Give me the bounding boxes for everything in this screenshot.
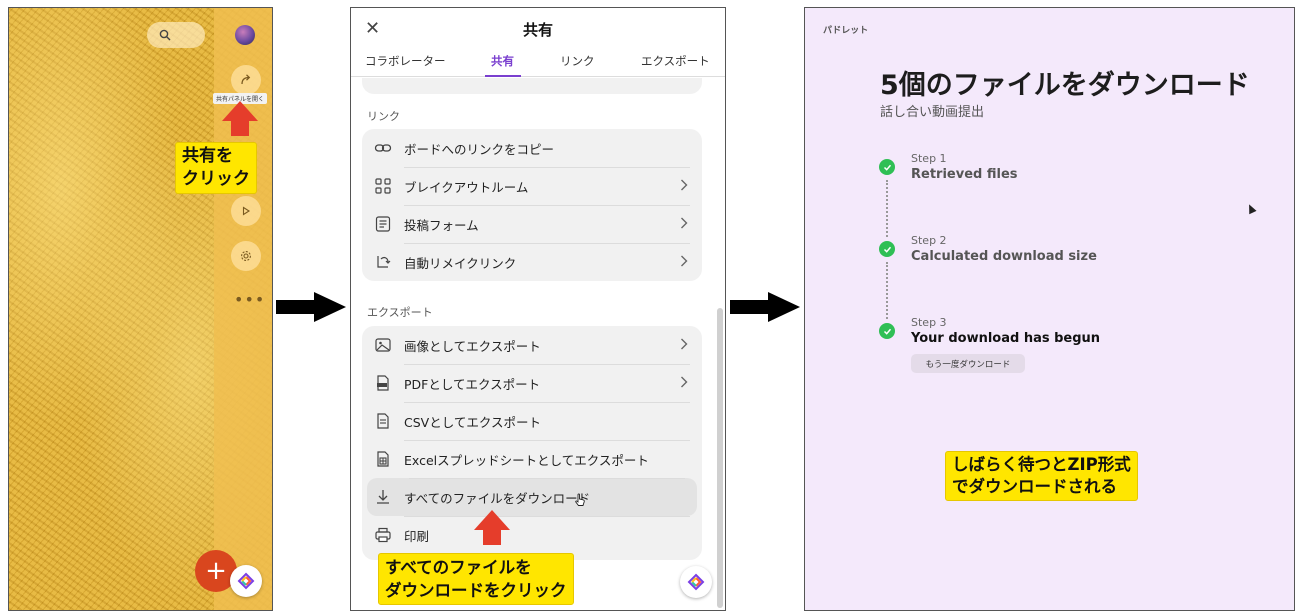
link-icon [374,144,392,152]
step-number: Step 2 [911,234,947,247]
check-icon [879,323,895,339]
share-icon [241,74,251,85]
chevron-right-icon [681,338,688,350]
chevron-right-icon [681,255,688,267]
menu-item-label: Excelスプレッドシートとしてエクスポート [404,452,649,468]
menu-item-post-form[interactable]: 投稿フォーム [362,205,702,243]
section-label-link: リンク [367,110,400,123]
menu-item-label: 自動リメイクリンク [404,255,517,271]
breakout-icon [375,178,391,194]
tab-link[interactable]: リンク [560,53,595,69]
gear-icon [241,251,251,261]
menu-item-label: PDFとしてエクスポート [404,376,541,392]
remake-icon [377,256,391,268]
menu-item-label: すべてのファイルをダウンロード [404,490,591,506]
form-icon [375,216,391,232]
previous-card-bottom [362,78,702,94]
download-again-button[interactable]: もう一度ダウンロード [911,354,1025,373]
menu-item-download-all-files[interactable]: すべてのファイルをダウンロード [367,478,697,516]
callout-line: ダウンロードをクリック [385,581,567,600]
export-card: 画像としてエクスポート PDFとしてエクスポート CSVとしてエクスポート Ex… [362,326,702,560]
menu-item-export-csv[interactable]: CSVとしてエクスポート [362,402,702,440]
chevron-right-icon [681,179,688,191]
menu-item-label: ボードへのリンクをコピー [404,141,555,157]
check-icon [879,241,895,257]
padlet-logo[interactable] [680,566,712,598]
print-icon [375,527,391,543]
step-number: Step 1 [911,152,947,165]
callout-line: 共有を [182,146,233,166]
callout-line: しばらく待つとZIP形式 [952,455,1131,474]
section-label-export: エクスポート [367,306,433,319]
scrollbar[interactable] [717,308,723,608]
download-callout: すべてのファイルを ダウンロードをクリック [378,553,574,605]
menu-item-export-excel[interactable]: Excelスプレッドシートとしてエクスポート [362,440,702,478]
callout-line: でダウンロードされる [952,477,1117,496]
menu-item-label: 印刷 [404,528,430,544]
step-connector [886,180,888,237]
search-icon [159,29,171,41]
step-description: Your download has begun [911,331,1101,346]
zip-callout: しばらく待つとZIP形式 でダウンロードされる [945,451,1138,501]
chevron-right-icon [681,376,688,388]
avatar[interactable] [235,25,255,45]
play-icon [242,206,251,216]
download-page-panel: パドレット 5個のファイルをダウンロード 話し合い動画提出 Step 1 Ret… [804,7,1295,611]
download-icon [377,490,389,504]
step-description: Calculated download size [911,249,1097,264]
chevron-right-icon [681,217,688,229]
padlet-board-panel: 共有パネルを開く ••• 共有を クリック + [8,7,273,611]
share-button[interactable] [231,65,261,95]
excel-icon [377,451,389,467]
menu-item-copy-link[interactable]: ボードへのリンクをコピー [362,129,702,167]
image-icon [375,338,391,352]
mouse-cursor-icon [1245,202,1257,215]
tab-share[interactable]: 共有 [491,53,514,69]
tutorial-stage: 共有パネルを開く ••• 共有を クリック + ✕ 共有 コラボレーター 共有 … [0,0,1300,615]
tab-export[interactable]: エクスポート [641,53,710,69]
slideshow-button[interactable] [231,196,261,226]
more-options-icon[interactable]: ••• [234,290,265,309]
pdf-icon [377,375,389,391]
active-tab-indicator [485,75,521,77]
share-dialog-panel: ✕ 共有 コラボレーター 共有 リンク エクスポート リンク ボードへのリンクを… [350,7,726,611]
hand-cursor-icon [575,493,585,506]
check-icon [879,159,895,175]
padlet-logo-icon [237,572,255,590]
menu-item-auto-remake-link[interactable]: 自動リメイクリンク [362,243,702,281]
step-number: Step 3 [911,316,947,329]
menu-item-label: CSVとしてエクスポート [404,414,541,430]
padlet-logo[interactable] [230,565,262,597]
share-callout: 共有を クリック [175,142,257,194]
menu-item-breakout-room[interactable]: ブレイクアウトルーム [362,167,702,205]
dialog-title: 共有 [522,21,553,39]
tab-collaborators[interactable]: コラボレーター [365,53,446,69]
menu-item-label: 画像としてエクスポート [404,338,541,354]
menu-item-export-image[interactable]: 画像としてエクスポート [362,326,702,364]
menu-item-print[interactable]: 印刷 [362,516,702,554]
menu-item-label: 投稿フォーム [404,217,479,233]
step-description: Retrieved files [911,167,1018,182]
menu-item-label: ブレイクアウトルーム [404,179,529,195]
search-button[interactable] [147,22,205,48]
callout-line: すべてのファイルを [385,558,532,577]
page-subtitle: 話し合い動画提出 [880,105,985,120]
link-card: ボードへのリンクをコピー ブレイクアウトルーム 投稿フォーム 自動リメイクリンク [362,129,702,281]
brand-logo[interactable]: パドレット [823,23,868,36]
callout-line: クリック [182,169,250,189]
menu-item-export-pdf[interactable]: PDFとしてエクスポート [362,364,702,402]
page-title: 5個のファイルをダウンロード [880,70,1250,101]
settings-button[interactable] [231,241,261,271]
csv-icon [377,413,389,429]
step-connector [886,262,888,319]
padlet-logo-icon [687,573,705,591]
share-tabs: コラボレーター 共有 リンク エクスポート [351,51,725,77]
